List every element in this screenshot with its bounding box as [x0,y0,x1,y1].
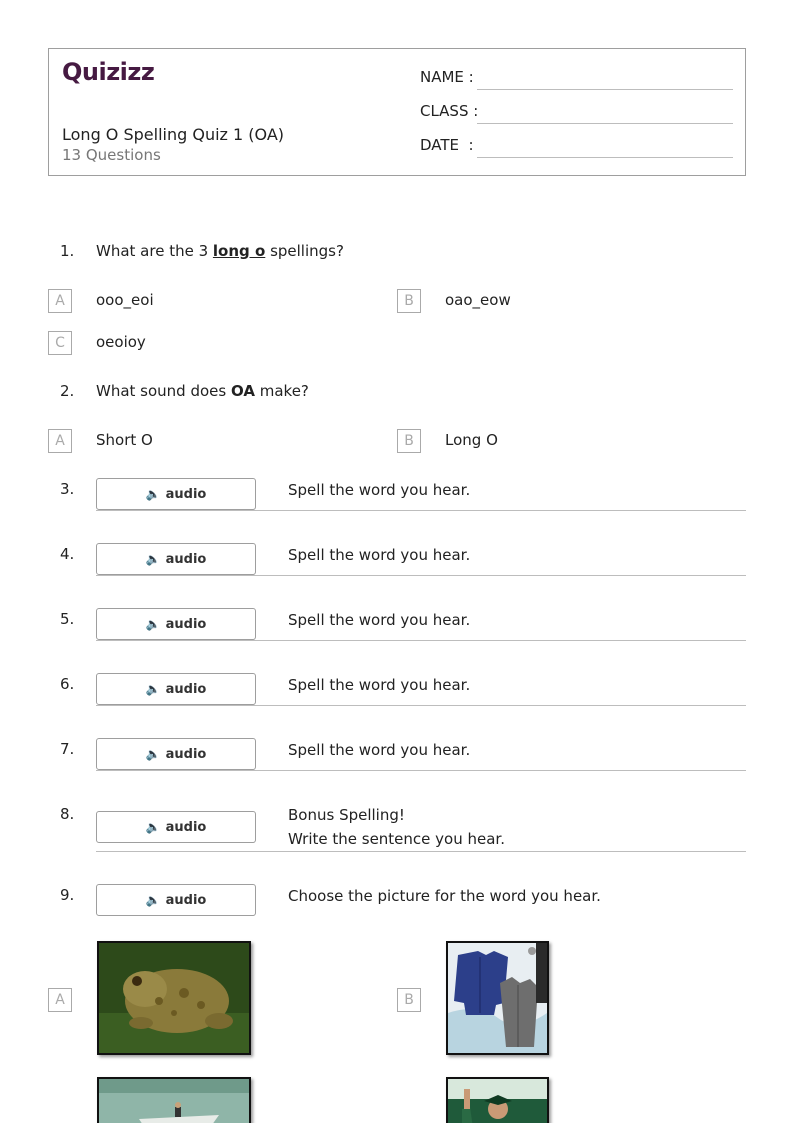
answer-line[interactable] [96,705,746,706]
question-prompt: Spell the word you hear. [288,546,471,564]
name-label: NAME : [420,68,474,86]
answer-line[interactable] [96,640,746,641]
question-text: What are the 3 long o spellings? [96,242,344,260]
option-text: ooo_eoi [96,291,154,309]
answer-line[interactable] [96,770,746,771]
answer-line[interactable] [96,510,746,511]
audio-button[interactable]: 🔈 audio [96,811,256,843]
question-prompt: Spell the word you hear. [288,611,471,629]
audio-button[interactable]: 🔈 audio [96,543,256,575]
speaker-icon: 🔈 [145,617,161,631]
option-text: Short O [96,431,153,449]
question-number: 2. [60,382,75,400]
coats-image [448,943,547,1053]
question-count: 13 Questions [62,146,161,164]
prompt-line-1: Bonus Spelling! [288,806,405,824]
audio-button[interactable]: 🔈 audio [96,738,256,770]
option-d-photo[interactable] [446,1077,549,1123]
option-text: Long O [445,431,498,449]
question-number: 6. [60,675,75,693]
option-letter[interactable]: A [48,988,72,1012]
date-line[interactable] [477,157,733,158]
quiz-title: Long O Spelling Quiz 1 (OA) [62,125,285,144]
answer-line[interactable] [96,851,746,852]
option-text: oeoioy [96,333,146,351]
audio-button[interactable]: 🔈 audio [96,608,256,640]
class-line[interactable] [477,123,733,124]
option-c-photo[interactable] [97,1077,251,1123]
speaker-icon: 🔈 [145,820,161,834]
question-text: What sound does OA make? [96,382,309,400]
question-number: 3. [60,480,75,498]
toad-photo[interactable] [97,941,251,1055]
class-label: CLASS : [420,102,479,120]
question-prompt: Spell the word you hear. [288,481,471,499]
question-number: 7. [60,740,75,758]
speaker-icon: 🔈 [145,682,161,696]
prompt-line-2: Write the sentence you hear. [288,830,505,848]
question-prompt: Bonus Spelling! Write the sentence you h… [288,803,505,851]
audio-button[interactable]: 🔈 audio [96,478,256,510]
date-label: DATE : [420,136,474,154]
name-line[interactable] [477,89,733,90]
question-number: 9. [60,886,75,904]
option-letter[interactable]: B [397,289,421,313]
coats-photo[interactable] [446,941,549,1055]
question-prompt: Spell the word you hear. [288,676,471,694]
speaker-icon: 🔈 [145,552,161,566]
option-letter[interactable]: A [48,429,72,453]
graduation-image [448,1079,547,1123]
audio-button[interactable]: 🔈 audio [96,673,256,705]
toad-image [99,943,249,1053]
question-number: 1. [60,242,75,260]
option-letter[interactable]: A [48,289,72,313]
option-letter[interactable]: C [48,331,72,355]
option-letter[interactable]: B [397,429,421,453]
speaker-icon: 🔈 [145,747,161,761]
question-prompt: Spell the word you hear. [288,741,471,759]
quiz-header: Quizizz Long O Spelling Quiz 1 (OA) 13 Q… [48,48,746,176]
option-text: oao_eow [445,291,511,309]
answer-line[interactable] [96,575,746,576]
quizizz-logo: Quizizz [62,58,155,86]
water-image [99,1079,249,1123]
speaker-icon: 🔈 [145,893,161,907]
question-prompt: Choose the picture for the word you hear… [288,887,601,905]
question-number: 8. [60,805,75,823]
speaker-icon: 🔈 [145,487,161,501]
question-number: 5. [60,610,75,628]
audio-button[interactable]: 🔈 audio [96,884,256,916]
question-number: 4. [60,545,75,563]
option-letter[interactable]: B [397,988,421,1012]
